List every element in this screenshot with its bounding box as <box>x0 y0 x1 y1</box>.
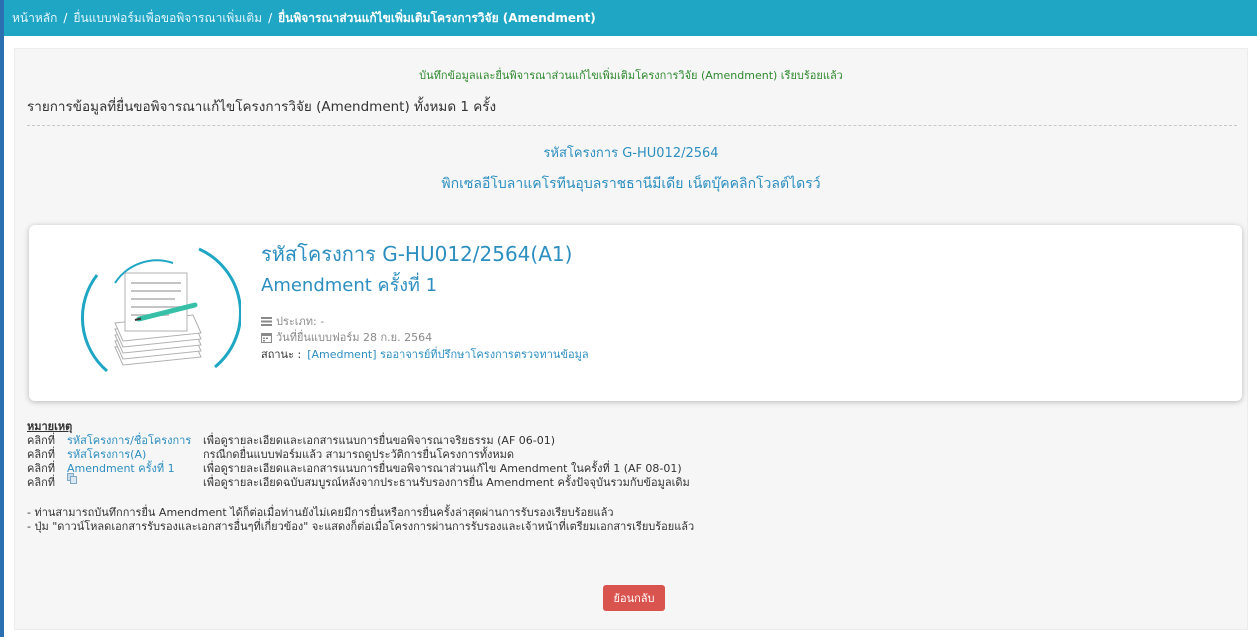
breadcrumb: หน้าหลัก / ยื่นแบบฟอร์มเพื่อขอพิจารณาเพิ… <box>4 0 1257 36</box>
list-heading: รายการข้อมูลที่ยื่นขอพิจารณาแก้ไขโครงการ… <box>27 95 1237 126</box>
amendment-round-link[interactable]: Amendment ครั้งที่ 1 <box>261 270 437 299</box>
breadcrumb-submit-form[interactable]: ยื่นแบบฟอร์มเพื่อขอพิจารณาเพิ่มเติม <box>73 9 262 28</box>
breadcrumb-current: ยื่นพิจารณาส่วนแก้ไขเพิ่มเติมโครงการวิจั… <box>278 10 596 25</box>
copy-icon <box>67 473 77 487</box>
status-label: สถานะ : <box>261 348 302 361</box>
status-line: สถานะ : [Amedment] รออาจารย์ที่ปรึกษาโคร… <box>261 345 589 363</box>
note-link-amendment: Amendment ครั้งที่ 1 <box>67 462 175 475</box>
success-message: บันทึกข้อมูลและยื่นพิจารณาส่วนแก้ไขเพิ่ม… <box>419 69 843 82</box>
calendar-icon <box>261 332 272 343</box>
date-text: วันที่ยื่นแบบฟอร์ม 28 ก.ย. 2564 <box>276 331 433 344</box>
breadcrumb-separator: / <box>268 11 273 25</box>
click-prefix: คลิกที่ <box>27 476 56 489</box>
project-name-link[interactable]: พิกเซลอีโบลาแคโรทีนอุบลราชธานีมีเดีย เน็… <box>15 173 1247 195</box>
note-desc: เพื่อดูรายละเอียดฉบับสมบูรณ์หลังจากประธา… <box>203 476 690 489</box>
document-stack-illustration <box>80 247 241 373</box>
date-line: วันที่ยื่นแบบฟอร์ม 28 ก.ย. 2564 <box>261 328 432 346</box>
amendment-code-link[interactable]: รหัสโครงการ G-HU012/2564(A1) <box>261 238 572 270</box>
note-bullet: - ปุ่ม "ดาวน์โหลดเอกสารรับรองและเอกสารอื… <box>27 520 695 533</box>
left-edge-bar <box>0 0 4 637</box>
amendment-card: รหัสโครงการ G-HU012/2564(A1) Amendment ค… <box>29 225 1242 401</box>
breadcrumb-separator: / <box>63 11 68 25</box>
project-code-link[interactable]: รหัสโครงการ G-HU012/2564 <box>15 142 1247 163</box>
status-value: [Amedment] รออาจารย์ที่ปรึกษาโครงการตรวจ… <box>307 348 589 361</box>
list-icon <box>261 317 272 326</box>
back-button[interactable]: ย้อนกลับ <box>603 585 665 611</box>
content-panel: บันทึกข้อมูลและยื่นพิจารณาส่วนแก้ไขเพิ่ม… <box>14 48 1248 630</box>
breadcrumb-home[interactable]: หน้าหลัก <box>12 9 57 28</box>
